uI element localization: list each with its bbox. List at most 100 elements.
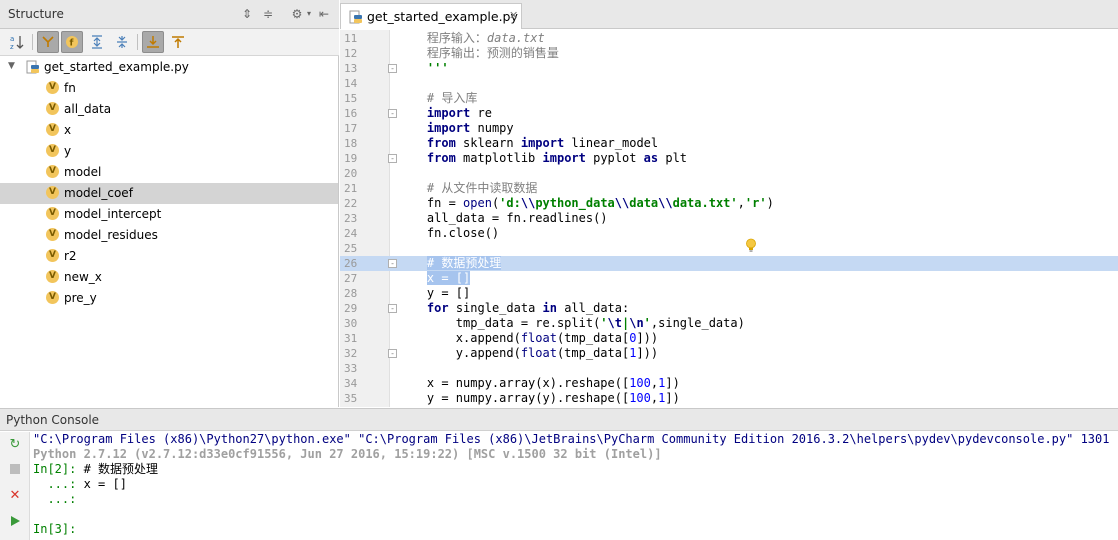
fold-marker-icon[interactable]: - <box>388 154 397 163</box>
code-token: in <box>542 301 557 315</box>
tree-item-new-x[interactable]: Vnew_x <box>0 267 338 288</box>
code-line[interactable]: 22 fn = open('d:\\python_data\\data\\dat… <box>340 196 1118 211</box>
close-console-icon[interactable]: ✕ <box>8 489 22 503</box>
code-line[interactable]: 23 all_data = fn.readlines() <box>340 211 1118 226</box>
variable-icon: V <box>46 270 59 283</box>
code-token: open <box>463 196 492 210</box>
line-number: 30 <box>344 317 358 330</box>
tree-item-model-residues[interactable]: Vmodel_residues <box>0 225 338 246</box>
code-token: for <box>426 301 449 315</box>
code-line[interactable]: 31 x.append(float(tmp_data[0])) <box>340 331 1118 346</box>
code-line[interactable]: 35 y = numpy.array(y).reshape([100,1]) <box>340 391 1118 406</box>
show-functions-icon[interactable]: f <box>61 31 83 53</box>
close-icon[interactable]: ✕ <box>509 9 518 22</box>
stop-icon[interactable] <box>8 463 22 477</box>
code-line[interactable]: 13 - ''' <box>340 61 1118 76</box>
code-line[interactable]: 32 - y.append(float(tmp_data[1])) <box>340 346 1118 361</box>
code-area[interactable]: 11 程序输入：data.txt 12 程序输出：预测的销售量 13- ''' 14 1… <box>340 30 1118 407</box>
code-line[interactable]: 26 - # 数据预处理 <box>340 256 1118 271</box>
code-line[interactable]: 11 程序输入：data.txt <box>340 31 1118 46</box>
code-line[interactable]: 18 from sklearn import linear_model <box>340 136 1118 151</box>
tree-item-model-intercept[interactable]: Vmodel_intercept <box>0 204 338 225</box>
code-line[interactable]: 17 import numpy <box>340 121 1118 136</box>
lightbulb-icon[interactable] <box>745 238 757 253</box>
tree-item-x[interactable]: Vx <box>0 120 338 141</box>
tree-item-fn[interactable]: Vfn <box>0 78 338 99</box>
tree-file-label: get_started_example.py <box>44 60 189 74</box>
console-prefix: ...: <box>33 492 77 506</box>
tree-item-y[interactable]: Vy <box>0 141 338 162</box>
line-number: 32 <box>344 347 358 360</box>
editor-tab-bar: get_started_example.py ✕ <box>340 0 1118 29</box>
collapse-all-icon[interactable]: ≑ <box>261 7 275 21</box>
code-line[interactable]: 21 # 从文件中读取数据 <box>340 181 1118 196</box>
code-line[interactable]: 30 tmp_data = re.split('\t|\n',single_da… <box>340 316 1118 331</box>
variable-icon: V <box>46 249 59 262</box>
console-toolbar: ↻ ✕ <box>0 432 30 540</box>
variable-icon: V <box>46 144 59 157</box>
code-line[interactable]: 19 - from matplotlib import pyplot as plt <box>340 151 1118 166</box>
line-number: 17 <box>344 122 358 135</box>
line-number: 31 <box>344 332 358 345</box>
code-text: # 导入库 <box>398 91 477 106</box>
code-line[interactable]: 34 x = numpy.array(x).reshape([100,1]) <box>340 376 1118 391</box>
code-line[interactable]: 28 y = [] <box>340 286 1118 301</box>
console-prefix: Python 2.7.12 (v2.7.12:d33e0cf91556, Jun… <box>33 447 662 461</box>
code-token: from <box>426 136 456 150</box>
hide-panel-icon[interactable]: ⇤ <box>317 7 331 21</box>
tab-get-started-example[interactable]: get_started_example.py ✕ <box>340 3 522 29</box>
code-token: ])) <box>636 331 659 345</box>
code-line[interactable]: 24 fn.close() <box>340 226 1118 241</box>
code-line[interactable]: 29 - for single_data in all_data: <box>340 301 1118 316</box>
code-token: 程序输入： <box>398 31 487 45</box>
chevron-down-icon[interactable]: ▾ <box>302 7 316 21</box>
code-text: import re <box>398 106 492 121</box>
tree-item-label: model <box>64 165 102 179</box>
code-line[interactable]: 15 # 导入库 <box>340 91 1118 106</box>
code-line[interactable]: 25 <box>340 241 1118 256</box>
fold-marker-icon[interactable]: - <box>388 109 397 118</box>
line-number: 27 <box>344 272 358 285</box>
console-line: In[3]: <box>33 522 76 537</box>
collapse-icon[interactable] <box>111 31 133 53</box>
code-token: 'r' <box>744 196 767 210</box>
code-token: y.append( <box>398 346 521 360</box>
code-token: sklearn <box>455 136 521 150</box>
autoscroll-from-source-icon[interactable] <box>167 31 189 53</box>
line-number: 12 <box>344 47 358 60</box>
sort-alpha-icon[interactable]: az <box>6 31 28 53</box>
tree-item-label: fn <box>64 81 76 95</box>
tree-item-model-coef[interactable]: Vmodel_coef <box>0 183 338 204</box>
code-line[interactable]: 33 <box>340 361 1118 376</box>
tree-item-model[interactable]: Vmodel <box>0 162 338 183</box>
variable-icon: V <box>46 228 59 241</box>
fold-marker-icon[interactable]: - <box>388 349 397 358</box>
fold-marker-icon[interactable]: - <box>388 304 397 313</box>
code-token: x = numpy.array(x).reshape([ <box>398 376 630 390</box>
tree-item-r2[interactable]: Vr2 <box>0 246 338 267</box>
tree-item-pre-y[interactable]: Vpre_y <box>0 288 338 309</box>
tree-item-label: model_coef <box>64 186 133 200</box>
code-token: ' <box>643 316 651 330</box>
tree-root-file[interactable]: ▼ get_started_example.py <box>0 57 338 78</box>
console-line: "C:\Program Files (x86)\Python27\python.… <box>33 432 1118 447</box>
autoscroll-to-source-icon[interactable] <box>142 31 164 53</box>
rerun-icon[interactable]: ↻ <box>8 438 22 452</box>
show-fields-icon[interactable] <box>37 31 59 53</box>
collapse-arrow-icon[interactable]: ▼ <box>8 61 15 71</box>
code-line[interactable]: 20 <box>340 166 1118 181</box>
python-file-icon <box>349 10 362 24</box>
code-line[interactable]: 12 程序输出：预测的销售量 <box>340 46 1118 61</box>
expand-icon[interactable] <box>86 31 108 53</box>
fold-marker-icon[interactable]: - <box>388 64 397 73</box>
execute-icon[interactable] <box>8 515 22 529</box>
code-line[interactable]: 16 - import re <box>340 106 1118 121</box>
expand-all-icon[interactable]: ⇕ <box>240 7 254 21</box>
code-token: y = numpy.array(y).reshape([ <box>398 391 630 405</box>
code-line[interactable]: 27 x = [] <box>340 271 1118 286</box>
code-line[interactable]: 14 <box>340 76 1118 91</box>
fold-marker-icon[interactable]: - <box>388 259 397 268</box>
tree-item-all-data[interactable]: Vall_data <box>0 99 338 120</box>
